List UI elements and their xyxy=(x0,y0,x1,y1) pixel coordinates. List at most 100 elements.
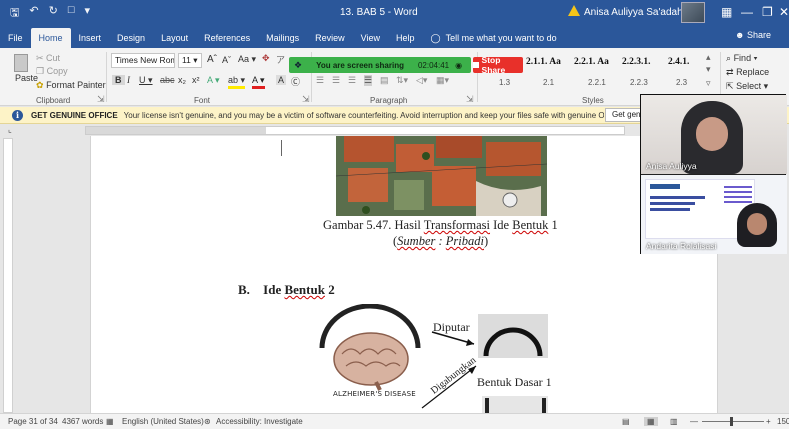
tab-file[interactable]: File xyxy=(0,28,31,48)
qat-more-icon[interactable]: ▾ xyxy=(84,4,90,23)
accessibility-status[interactable]: Accessibility: Investigate xyxy=(216,417,303,426)
tab-mailings[interactable]: Mailings xyxy=(258,28,307,48)
tab-review[interactable]: Review xyxy=(307,28,353,48)
style-sample[interactable]: 2.2.1. Aa xyxy=(574,57,609,67)
italic-button[interactable]: I xyxy=(127,75,130,85)
stop-share-button[interactable]: Stop Share xyxy=(473,55,523,75)
maximize-button[interactable]: ❐ xyxy=(762,5,773,19)
phonetic-guide-icon[interactable]: ア xyxy=(276,53,285,66)
tab-insert[interactable]: Insert xyxy=(71,28,110,48)
paste-icon[interactable] xyxy=(14,54,28,72)
share-button[interactable]: ☻ Share xyxy=(735,30,771,40)
participant-tile[interactable]: Andarita Rolalisasi xyxy=(641,175,787,254)
distributed-icon[interactable]: ▤ xyxy=(380,75,389,86)
styles-more-icon[interactable]: ▿ xyxy=(706,78,711,89)
cut-button[interactable]: ✂ Cut xyxy=(36,53,60,64)
vertical-ruler[interactable] xyxy=(3,138,13,413)
screen-share-bar[interactable]: ❖ You are screen sharing 02:04:41 ◉ xyxy=(289,57,471,73)
shading-icon[interactable]: ◁▾ xyxy=(416,75,427,86)
minimize-button[interactable]: — xyxy=(741,5,753,19)
ribbon-display-icon[interactable]: ▦ xyxy=(721,5,732,19)
close-button[interactable]: ✕ xyxy=(779,5,789,19)
bold-button[interactable]: B xyxy=(112,75,125,85)
drag-handle-icon[interactable]: ❖ xyxy=(294,60,302,71)
source-text: ) xyxy=(484,234,489,248)
change-case-icon[interactable]: Aa ▾ xyxy=(238,54,256,65)
ruler-scale[interactable] xyxy=(85,126,625,135)
copy-button[interactable]: ❐ Copy xyxy=(36,66,68,77)
subscript-button[interactable]: x₂ xyxy=(178,75,186,85)
document-page[interactable]: Gambar 5.47. Hasil Transformasi Ide Bent… xyxy=(90,136,718,413)
underline-button[interactable]: U ▾ xyxy=(139,75,153,86)
superscript-button[interactable]: x² xyxy=(192,75,200,85)
style-sample[interactable]: 2.4.1. xyxy=(668,57,689,67)
align-left-icon[interactable]: ☰ xyxy=(316,75,324,86)
language[interactable]: English (United States) xyxy=(122,417,204,426)
source-text: Pribadi xyxy=(445,234,484,248)
diagram-label-rotated: Diputar xyxy=(433,320,470,334)
zoom-out-icon[interactable]: — xyxy=(690,417,698,426)
find-button[interactable]: ⌕ Find ▾ xyxy=(726,53,757,64)
paste-button[interactable]: Paste xyxy=(15,73,38,83)
tell-me-box[interactable]: ◯ Tell me what you want to do xyxy=(423,28,565,48)
shrink-font-icon[interactable]: Aˇ xyxy=(222,55,231,65)
person-icon: ☻ xyxy=(734,30,745,40)
line-spacing-icon[interactable]: ⇅▾ xyxy=(396,75,408,86)
new-doc-icon[interactable]: □ xyxy=(68,4,75,23)
web-layout-icon[interactable]: ▥ xyxy=(670,417,678,426)
clipboard-launcher-icon[interactable]: ⇲ xyxy=(97,94,105,105)
redo-icon[interactable]: ↻ xyxy=(49,4,58,23)
zoom-slider-thumb[interactable] xyxy=(730,417,733,426)
enclose-characters-icon[interactable]: Ⓒ xyxy=(291,75,300,88)
figure-source: (Sumber : Pribadi) xyxy=(393,234,488,249)
style-sample[interactable]: 2.2.3.1. xyxy=(622,57,651,67)
style-sample[interactable]: 2.1.1. Aa xyxy=(526,57,561,67)
tab-home[interactable]: Home xyxy=(30,28,71,48)
font-launcher-icon[interactable]: ⇲ xyxy=(302,94,310,105)
character-shading-icon[interactable]: A xyxy=(276,75,287,85)
site-plan-image[interactable] xyxy=(336,136,547,216)
caption-text: Ide xyxy=(490,218,513,232)
print-layout-icon[interactable]: ▦ xyxy=(644,417,658,426)
font-name-select[interactable]: Times New Roma ▾ xyxy=(111,53,175,68)
tab-view[interactable]: View xyxy=(353,28,388,48)
styles-scroll-up-icon[interactable]: ▴ xyxy=(706,52,711,63)
warning-icon[interactable] xyxy=(568,5,580,16)
font-size-select[interactable]: 11 ▾ xyxy=(178,53,202,68)
tab-design[interactable]: Design xyxy=(109,28,153,48)
align-right-icon[interactable]: ☰ xyxy=(348,75,356,86)
replace-button[interactable]: ⇄ Replace xyxy=(726,67,769,78)
text-effects-icon[interactable]: A ▾ xyxy=(207,75,220,86)
undo-icon[interactable]: ↶ xyxy=(29,4,38,23)
tab-references[interactable]: References xyxy=(196,28,258,48)
account-name[interactable]: Anisa Auliyya Sa'adah xyxy=(584,7,683,18)
zoom-level[interactable]: 150 xyxy=(777,417,789,426)
styles-scroll-down-icon[interactable]: ▾ xyxy=(706,64,711,75)
grow-font-icon[interactable]: Aˆ xyxy=(207,54,217,65)
page-count[interactable]: Page 31 of 34 xyxy=(8,417,58,426)
strikethrough-button[interactable]: abc xyxy=(160,75,175,85)
zoom-in-icon[interactable]: + xyxy=(766,417,771,426)
highlight-icon[interactable]: ab ▾ xyxy=(228,75,246,89)
account-avatar[interactable] xyxy=(681,2,705,23)
borders-icon[interactable]: ▦▾ xyxy=(436,75,449,86)
tab-help[interactable]: Help xyxy=(388,28,423,48)
format-painter-button[interactable]: ✿ Format Painter xyxy=(36,80,106,91)
banner-title: GET GENUINE OFFICE xyxy=(31,110,118,120)
paragraph-launcher-icon[interactable]: ⇲ xyxy=(466,94,474,105)
font-color-icon[interactable]: A ▾ xyxy=(252,75,265,89)
word-count[interactable]: 4367 words xyxy=(62,417,103,426)
proofing-icon[interactable]: ▦ xyxy=(106,417,114,426)
clear-formatting-icon[interactable]: ✥ xyxy=(262,53,270,64)
tab-selector-icon[interactable]: ⌞ xyxy=(8,125,12,134)
justify-icon[interactable]: ☰ xyxy=(364,75,373,86)
save-icon[interactable]: 🖫 xyxy=(10,4,19,23)
style-name: 2.3 xyxy=(676,78,688,87)
select-button[interactable]: ⇱ Select ▾ xyxy=(726,81,768,92)
read-mode-icon[interactable]: ▤ xyxy=(622,417,630,426)
align-center-icon[interactable]: ☰ xyxy=(332,75,340,86)
participant-tile[interactable]: Anisa Auliyya xyxy=(641,95,787,174)
video-call-panel[interactable]: Anisa Auliyya Andarita Rolalisasi xyxy=(640,94,787,254)
tab-layout[interactable]: Layout xyxy=(153,28,196,48)
zoom-slider[interactable] xyxy=(702,421,764,422)
